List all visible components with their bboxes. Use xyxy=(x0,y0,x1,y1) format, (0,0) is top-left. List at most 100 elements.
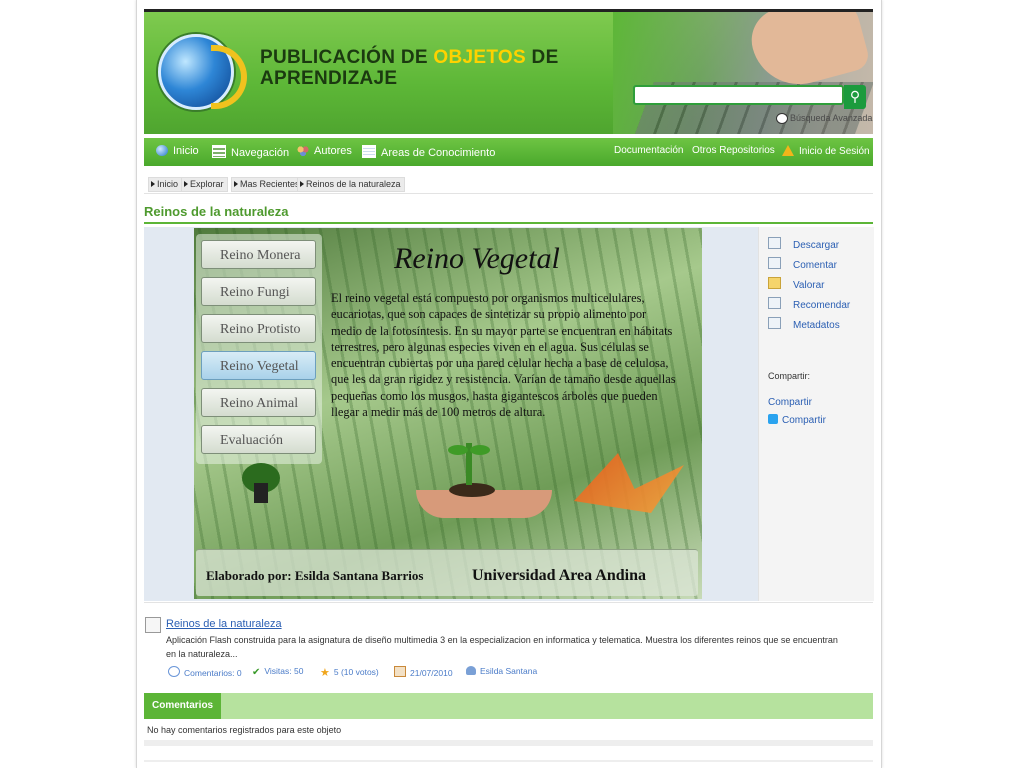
nav-item-login[interactable]: Inicio de Sesión xyxy=(782,145,870,157)
flash-body-text: El reino vegetal está compuesto por orga… xyxy=(331,291,676,420)
sprout-illustration xyxy=(448,443,490,485)
advanced-search-link[interactable]: Búsqueda Avanzada xyxy=(776,113,873,125)
site-title[interactable]: PUBLICACIÓN DE OBJETOS DE APRENDIZAJE xyxy=(260,47,559,89)
users-icon xyxy=(297,145,309,156)
star-icon: ★ xyxy=(320,667,330,679)
flash-heading: Reino Vegetal xyxy=(394,242,560,275)
no-comments-message: No hay comentarios registrados para este… xyxy=(147,725,342,735)
date-label: 21/07/2010 xyxy=(410,668,453,678)
flash-university: Universidad Area Andina xyxy=(472,567,646,584)
checkmark-icon: ✔ xyxy=(252,667,261,678)
breadcrumb-item[interactable]: Reinos de la naturaleza xyxy=(297,177,405,192)
site-title-line2: APRENDIZAJE xyxy=(260,68,398,89)
search-icon: ⚲ xyxy=(849,88,861,104)
recommend-action[interactable]: Recomendar xyxy=(768,297,850,311)
calendar-icon xyxy=(394,666,406,677)
author-label: Esilda Santana xyxy=(480,666,538,676)
action-label: Descargar xyxy=(793,240,840,251)
mail-icon xyxy=(768,297,781,309)
rating[interactable]: ★ 5 (10 votos) xyxy=(320,666,379,679)
download-action[interactable]: Descargar xyxy=(768,237,839,251)
action-label: Comentar xyxy=(793,260,837,271)
search-input[interactable] xyxy=(633,85,844,105)
download-icon xyxy=(768,237,781,249)
globe-icon xyxy=(156,145,168,156)
page-container: PUBLICACIÓN DE OBJETOS DE APRENDIZAJE ⚲ … xyxy=(136,0,882,768)
advanced-search-label: Búsqueda Avanzada xyxy=(790,113,873,123)
object-type-icon xyxy=(145,617,161,633)
comment-icon xyxy=(768,257,781,269)
action-label: Valorar xyxy=(793,280,825,291)
globe-logo-icon[interactable] xyxy=(158,34,247,110)
visits-label: Visitas: 50 xyxy=(264,666,304,676)
actions-sidebar: Descargar Comentar Valorar Recomendar Me… xyxy=(758,227,874,601)
nav-item-label: Inicio de Sesión xyxy=(799,146,870,157)
warning-icon xyxy=(782,145,794,156)
breadcrumb-item[interactable]: Inicio xyxy=(148,177,183,192)
twitter-share-link[interactable]: Compartir xyxy=(768,414,826,426)
metadata-icon xyxy=(768,317,781,329)
nav-item-inicio[interactable]: Inicio xyxy=(156,145,199,157)
flash-menu-button[interactable]: Evaluación xyxy=(201,425,316,454)
nav-item-documentacion[interactable]: Documentación xyxy=(614,145,683,156)
comments-count-label: Comentarios: 0 xyxy=(184,668,242,678)
pot-illustration xyxy=(254,483,268,503)
comments-count[interactable]: Comentarios: 0 xyxy=(168,666,242,678)
flash-menu-button-selected[interactable]: Reino Vegetal xyxy=(201,351,316,380)
site-title-highlight: OBJETOS xyxy=(433,47,526,68)
page-title: Reinos de la naturaleza xyxy=(144,204,289,219)
main-nav: Inicio Navegación Autores Areas de Conoc… xyxy=(144,138,873,166)
divider xyxy=(144,193,873,194)
flash-menu-button[interactable]: Reino Animal xyxy=(201,388,316,417)
object-title-link[interactable]: Reinos de la naturaleza xyxy=(166,618,282,630)
object-description: Aplicación Flash construida para la asig… xyxy=(166,635,838,659)
nav-item-label: Documentación xyxy=(614,145,684,156)
list-icon xyxy=(212,145,226,158)
nav-item-label: Inicio xyxy=(173,145,199,157)
title-underline xyxy=(144,222,873,224)
flash-player[interactable]: Reino Monera Reino Fungi Reino Protisto … xyxy=(194,228,702,599)
author-link[interactable]: Esilda Santana xyxy=(466,666,537,676)
twitter-share-label: Compartir xyxy=(782,415,826,426)
twitter-icon xyxy=(768,414,778,424)
nav-item-autores[interactable]: Autores xyxy=(297,145,352,157)
soil-illustration xyxy=(449,483,495,497)
nav-item-areas[interactable]: Areas de Conocimiento xyxy=(362,145,495,159)
share-label: Compartir: xyxy=(768,371,811,381)
rating-label: 5 (10 votos) xyxy=(333,667,379,677)
site-title-part1: PUBLICACIÓN DE xyxy=(260,47,434,68)
comment-action[interactable]: Comentar xyxy=(768,257,837,271)
nav-item-otros-repositorios[interactable]: Otros Repositorios xyxy=(692,145,775,156)
user-icon xyxy=(466,666,476,675)
comments-bar: Comentarios xyxy=(144,693,873,719)
breadcrumb-item[interactable]: Mas Recientes xyxy=(231,177,304,192)
nav-item-label: Otros Repositorios xyxy=(692,145,775,156)
breadcrumb-item[interactable]: Explorar xyxy=(181,177,228,192)
action-label: Recomendar xyxy=(793,300,851,311)
bottom-strip xyxy=(144,740,873,746)
magnifier-icon xyxy=(776,113,788,125)
comment-bubble-icon xyxy=(168,666,180,677)
rate-action[interactable]: Valorar xyxy=(768,277,825,291)
folder-star-icon xyxy=(768,277,781,289)
bottom-strip xyxy=(144,760,873,762)
nav-item-navegacion[interactable]: Navegación xyxy=(212,145,289,159)
search-button[interactable]: ⚲ xyxy=(844,85,866,109)
nav-item-label: Areas de Conocimiento xyxy=(381,147,496,159)
site-header: PUBLICACIÓN DE OBJETOS DE APRENDIZAJE ⚲ … xyxy=(144,9,873,134)
nav-item-label: Navegación xyxy=(231,147,290,159)
calendar-icon xyxy=(362,145,376,158)
visits-count: ✔ Visitas: 50 xyxy=(252,666,304,678)
tab-comentarios[interactable]: Comentarios xyxy=(144,693,222,719)
share-link[interactable]: Compartir xyxy=(768,397,812,408)
breadcrumb: Inicio Explorar Mas Recientes Reinos de … xyxy=(144,176,873,192)
divider xyxy=(144,602,873,603)
flash-menu-button[interactable]: Reino Monera xyxy=(201,240,316,269)
object-viewer: Reino Monera Reino Fungi Reino Protisto … xyxy=(144,227,874,601)
flash-menu-button[interactable]: Reino Protisto xyxy=(201,314,316,343)
flash-menu-button[interactable]: Reino Fungi xyxy=(201,277,316,306)
publish-date: 21/07/2010 xyxy=(394,666,453,678)
action-label: Metadatos xyxy=(793,320,840,331)
metadata-action[interactable]: Metadatos xyxy=(768,317,840,331)
site-title-part2: DE xyxy=(525,47,559,68)
